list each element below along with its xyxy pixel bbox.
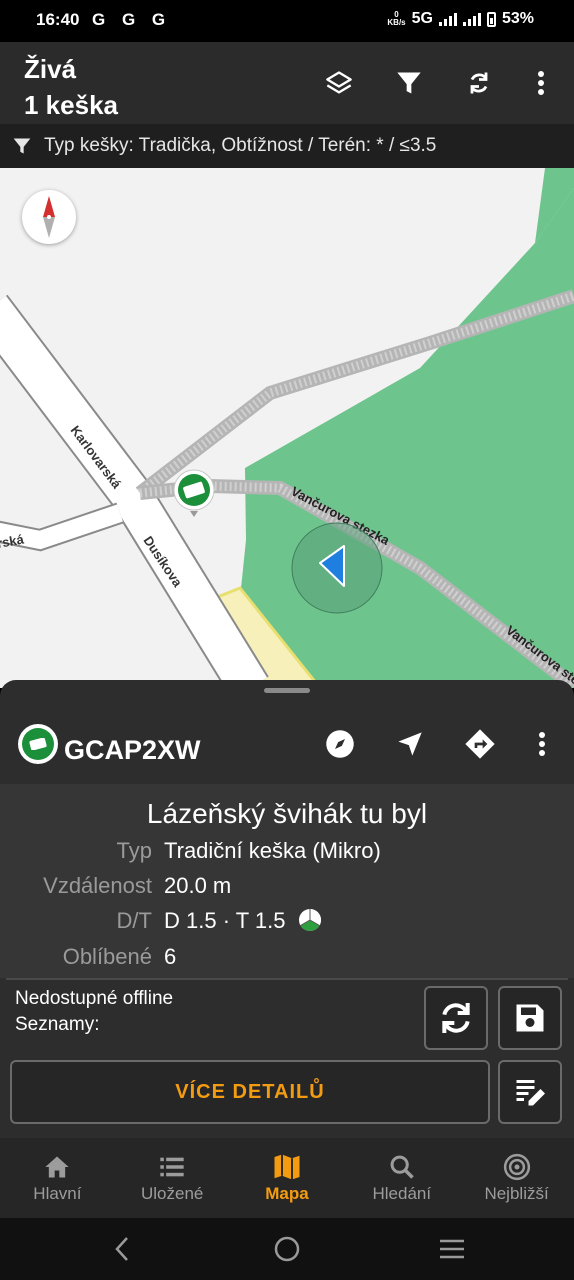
- signal-icon: [438, 12, 457, 26]
- offline-status: Nedostupné offline Seznamy:: [15, 988, 174, 1035]
- filter-icon: [13, 138, 31, 154]
- filter-button[interactable]: [388, 62, 430, 104]
- detail-value: D 1.5 · T 1.5: [164, 908, 322, 934]
- nav-hledani[interactable]: Hledání: [344, 1138, 459, 1218]
- street-label-left: rská: [0, 531, 26, 551]
- nav-label: Mapa: [265, 1184, 309, 1203]
- layers-icon: [326, 71, 352, 94]
- network-type: 5G: [411, 10, 433, 27]
- detail-key: D/T: [116, 908, 152, 933]
- system-navigation-bar: [0, 1218, 574, 1280]
- more-button[interactable]: [520, 62, 562, 104]
- detail-row-type: Typ Tradiční keška (Mikro): [0, 838, 574, 868]
- compass-icon: [43, 196, 55, 238]
- system-back-button[interactable]: [102, 1232, 142, 1266]
- nearby-icon: [503, 1153, 530, 1181]
- filter-summary[interactable]: Typ kešky: Tradička, Obtížnost / Terén: …: [0, 124, 574, 168]
- map-canvas[interactable]: Karlovarská Dusíkova rská Vančurova stez…: [0, 168, 574, 688]
- app-bar: Živá 1 keška: [0, 42, 574, 124]
- compass-nav-button[interactable]: [318, 722, 362, 766]
- filter-icon: [397, 72, 421, 94]
- status-right: 0 KB/s 5G 53%: [387, 10, 534, 28]
- nav-hlavni[interactable]: Hlavní: [0, 1138, 115, 1218]
- edit-note-icon: [516, 1080, 545, 1106]
- compass-icon: [326, 730, 354, 758]
- directions-button[interactable]: [458, 722, 502, 766]
- detail-row-dt: D/T D 1.5 · T 1.5: [0, 908, 574, 938]
- home-icon: [45, 1156, 70, 1178]
- nav-label: Hledání: [372, 1184, 432, 1203]
- cache-code: GCAP2XW: [64, 735, 201, 765]
- refresh-button[interactable]: [458, 62, 500, 104]
- status-bar: 16:40 G G G 0 KB/s 5G 53%: [0, 0, 574, 42]
- list-icon: [160, 1157, 184, 1177]
- detail-row-favorites: Oblíbené 6: [0, 944, 574, 974]
- nav-label: Nejbližší: [484, 1184, 549, 1203]
- navigate-button[interactable]: [388, 722, 432, 766]
- cache-bottom-sheet[interactable]: GCAP2XW Lázeňský švihák tu byl Typ Tradi…: [0, 680, 574, 1138]
- system-home-button[interactable]: [267, 1232, 307, 1266]
- save-icon: [516, 1004, 544, 1032]
- cache-header: GCAP2XW: [0, 702, 574, 784]
- cache-name: Lázeňský švihák tu byl: [146, 798, 428, 829]
- detail-value: 6: [164, 944, 177, 969]
- edit-note-button[interactable]: [498, 1060, 562, 1124]
- detail-value: 20.0 m: [164, 873, 232, 898]
- dt-rating-icon: [298, 909, 321, 931]
- cache-marker[interactable]: [173, 469, 215, 517]
- filter-summary-text: Typ kešky: Tradička, Obtížnost / Terén: …: [44, 135, 437, 156]
- cache-details: Lázeňský švihák tu byl Typ Tradiční kešk…: [0, 784, 574, 978]
- more-vert-icon: [538, 71, 544, 95]
- bottom-navigation: Hlavní Uložené Mapa Hledání Nejbližší: [0, 1138, 574, 1218]
- detail-row-distance: Vzdálenost 20.0 m: [0, 873, 574, 903]
- layers-button[interactable]: [318, 62, 360, 104]
- notification-icons: G G G: [92, 10, 172, 29]
- directions-icon: [465, 729, 495, 759]
- search-icon: [390, 1155, 414, 1179]
- nav-label: Hlavní: [33, 1184, 82, 1203]
- clock: 16:40: [36, 10, 80, 29]
- battery-icon: [486, 11, 496, 27]
- cache-type-icon: [18, 724, 58, 764]
- nav-nejblizsi[interactable]: Nejbližší: [459, 1138, 574, 1218]
- cache-more-button[interactable]: [520, 722, 564, 766]
- signal-icon-2: [462, 12, 481, 26]
- forest-area: [240, 168, 574, 688]
- nav-mapa[interactable]: Mapa: [230, 1138, 345, 1218]
- net-speed: 0 KB/s: [387, 10, 406, 27]
- detail-key: Typ: [116, 838, 152, 863]
- box-icon: [29, 738, 47, 750]
- save-cache-button[interactable]: [498, 986, 562, 1050]
- sync-icon: [442, 1003, 470, 1033]
- compass-button[interactable]: [22, 190, 76, 244]
- page-subtitle: 1 keška: [24, 90, 118, 120]
- system-recents-button[interactable]: [432, 1232, 472, 1266]
- map-view[interactable]: Karlovarská Dusíkova rská Vančurova stez…: [0, 168, 574, 688]
- nav-ulozene[interactable]: Uložené: [115, 1138, 230, 1218]
- home-circle-icon: [274, 1236, 300, 1262]
- more-vert-icon: [539, 732, 545, 756]
- current-location-marker: [291, 522, 383, 614]
- more-details-button[interactable]: VÍCE DETAILŮ: [10, 1060, 490, 1124]
- recents-icon: [440, 1239, 464, 1259]
- back-icon: [115, 1237, 128, 1261]
- refresh-icon: [470, 72, 488, 94]
- detail-key: Oblíbené: [62, 944, 152, 969]
- detail-value: Tradiční keška (Mikro): [164, 838, 381, 863]
- nav-label: Uložené: [141, 1184, 204, 1203]
- battery-level: 53%: [501, 10, 534, 27]
- divider: [6, 978, 568, 980]
- detail-key: Vzdálenost: [43, 873, 152, 898]
- page-title: Živá: [24, 54, 77, 84]
- sheet-drag-handle[interactable]: [264, 688, 310, 693]
- refresh-cache-button[interactable]: [424, 986, 488, 1050]
- cache-actions: Nedostupné offline Seznamy: VÍCE DETAILŮ: [0, 978, 574, 1138]
- navigation-arrow-icon: [398, 732, 422, 756]
- map-icon: [274, 1154, 300, 1180]
